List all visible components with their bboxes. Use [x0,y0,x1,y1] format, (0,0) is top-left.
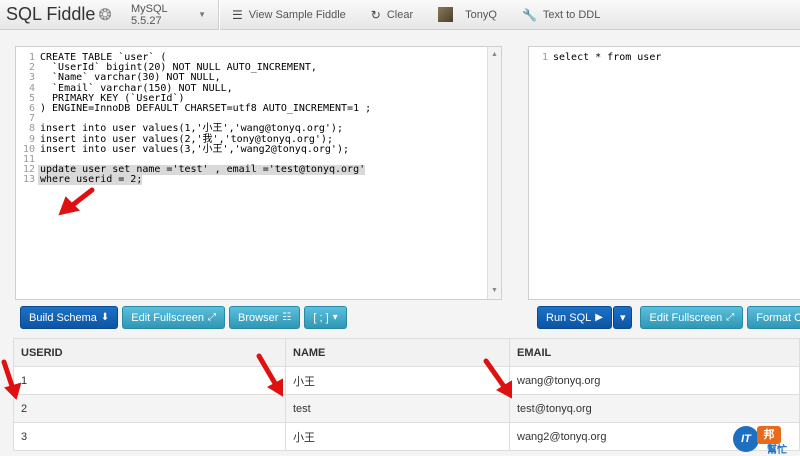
arrow-annotation [1,359,22,400]
watermark-logo: IT 邦 幫忙 [733,426,797,456]
watermark-sub: 幫忙 [767,445,787,456]
watermark-badge: IT [733,426,759,452]
arrow-annotation [58,187,95,216]
arrow-annotation [483,358,512,399]
annotation-arrows [1,187,512,400]
arrow-annotation [256,353,283,397]
